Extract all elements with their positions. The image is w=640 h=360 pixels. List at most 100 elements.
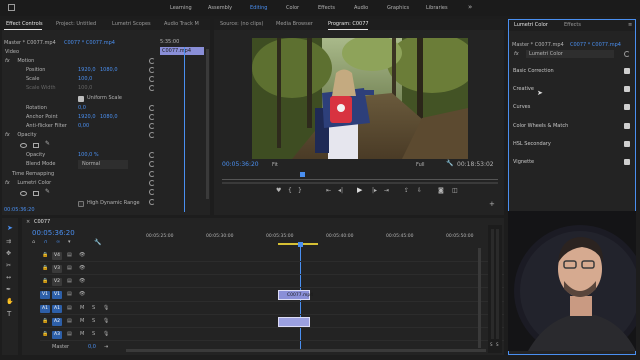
track-eye-icon[interactable]: 👁	[79, 278, 85, 284]
track-label[interactable]: V4	[52, 252, 62, 260]
tab-lumetri-color[interactable]: Lumetri Color	[514, 20, 548, 31]
blend-mode-select[interactable]: Normal	[78, 160, 128, 169]
ec-mini-playhead[interactable]	[184, 47, 185, 212]
extract-icon[interactable]: ⇩	[417, 187, 422, 194]
slip-tool-icon[interactable]: ↔	[6, 274, 11, 281]
track-label[interactable]: V2	[52, 278, 62, 286]
workspace-tab-learning[interactable]: Learning	[170, 5, 192, 11]
tab-audio-track-mixer[interactable]: Audio Track M	[164, 19, 199, 30]
reset-icon[interactable]	[149, 105, 155, 111]
program-scrub-bar[interactable]	[222, 182, 498, 184]
mic-icon[interactable]: 🎙	[103, 331, 109, 337]
track-sync-icon[interactable]: ▤	[67, 265, 72, 271]
timeline-close-icon[interactable]: ×	[26, 219, 30, 225]
clip-a2[interactable]	[278, 317, 310, 327]
add-marker-timeline-icon[interactable]: ▾	[68, 239, 71, 245]
track-sync-icon[interactable]: ▤	[67, 331, 72, 337]
reset-icon[interactable]	[149, 132, 155, 138]
reset-icon[interactable]	[149, 123, 155, 129]
section-hsl-secondary[interactable]: HSL Secondary	[513, 140, 633, 149]
workspace-tab-color[interactable]: Color	[286, 5, 299, 11]
track-sync-icon[interactable]: ▤	[67, 305, 72, 311]
track-a2[interactable]: 🔒 A2 ▤ M S 🎙	[40, 316, 504, 328]
workspace-tab-assembly[interactable]: Assembly	[208, 5, 232, 11]
workspace-tab-audio[interactable]: Audio	[354, 5, 368, 11]
timeline-sequence-tab[interactable]: C0077	[34, 219, 50, 225]
track-label[interactable]: A1	[52, 305, 62, 313]
ec-clip-chip[interactable]: C0077.mp4	[160, 47, 204, 55]
master-value[interactable]: 0,0	[88, 344, 96, 350]
timeline-ruler[interactable]: 00:05:25:00 00:05:30:00 00:05:35:00 00:0…	[126, 232, 504, 246]
rotation-value[interactable]: 0,0	[78, 104, 86, 113]
workspace-tab-effects[interactable]: Effects	[318, 5, 335, 11]
reset-icon[interactable]	[149, 161, 155, 167]
mask-ellipse-icon[interactable]	[20, 143, 27, 148]
lumetri-row[interactable]: fx Lumetri Color	[5, 179, 51, 188]
hand-tool-icon[interactable]: ✋	[6, 298, 13, 305]
step-back-icon[interactable]: ◂|	[338, 187, 343, 194]
ripple-edit-tool-icon[interactable]: ✥	[6, 250, 11, 257]
track-a1[interactable]: A1 A1 ▤ M S 🎙	[40, 303, 504, 315]
track-lock-icon[interactable]: 🔒	[42, 331, 48, 337]
section-curves[interactable]: Curves	[513, 103, 633, 112]
pen-tool-icon[interactable]: ✒	[6, 286, 11, 293]
scale-value[interactable]: 100,0	[78, 75, 92, 84]
tab-effects[interactable]: Effects	[564, 20, 581, 31]
track-label[interactable]: A3	[52, 331, 62, 339]
reset-icon[interactable]	[149, 76, 155, 82]
source-patch-v1[interactable]: V1	[40, 291, 50, 299]
source-patch-a1[interactable]: A1	[40, 305, 50, 313]
mic-icon[interactable]: 🎙	[103, 305, 109, 311]
track-eye-icon[interactable]: 👁	[79, 265, 85, 271]
track-eye-icon[interactable]: 👁	[79, 291, 85, 297]
reset-icon[interactable]	[149, 180, 155, 186]
program-playhead-marker[interactable]	[300, 172, 305, 177]
timeline-vertical-scrollbar[interactable]	[478, 248, 481, 348]
section-creative-checkbox[interactable]	[624, 86, 630, 92]
track-select-tool-icon[interactable]: ⇉	[6, 238, 11, 245]
uniform-scale-checkbox[interactable]	[78, 96, 84, 102]
ec-scrollbar[interactable]	[206, 49, 209, 199]
mark-in-icon[interactable]: {	[288, 187, 292, 194]
master-clip-selector[interactable]: Master * C0077.mp4	[4, 40, 56, 46]
section-vignette[interactable]: Vignette	[513, 158, 633, 167]
track-lock-icon[interactable]: 🔒	[42, 318, 48, 324]
go-to-out-icon[interactable]: ⇥	[384, 187, 389, 194]
solo-icon[interactable]: S	[92, 331, 95, 337]
track-v2[interactable]: 🔒 V2 ▤ 👁	[40, 276, 504, 288]
high-dynamic-range-checkbox[interactable]	[78, 201, 84, 207]
tab-media-browser[interactable]: Media Browser	[276, 19, 313, 30]
mute-icon[interactable]: M	[80, 305, 84, 311]
reset-icon[interactable]	[149, 58, 155, 64]
track-sync-icon[interactable]: ▤	[67, 278, 72, 284]
track-v1[interactable]: V1 V1 ▤ 👁 C0077.mp4	[40, 289, 504, 302]
track-lock-icon[interactable]: 🔒	[42, 278, 48, 284]
section-basic-correction-checkbox[interactable]	[624, 68, 630, 74]
audio-meter-solo-left[interactable]: S	[490, 342, 493, 347]
reset-icon[interactable]	[149, 152, 155, 158]
reset-icon[interactable]	[149, 85, 155, 91]
wrench-icon[interactable]: 🔧	[446, 160, 453, 167]
home-icon[interactable]	[8, 4, 15, 11]
tab-project[interactable]: Project: Untitled	[56, 19, 96, 30]
track-v3[interactable]: 🔒 V3 ▤ 👁	[40, 263, 504, 275]
reset-icon[interactable]	[149, 171, 155, 177]
section-basic-correction[interactable]: Basic Correction	[513, 67, 633, 76]
clip-selector[interactable]: C0077 * C0077.mp4	[64, 40, 115, 46]
step-forward-icon[interactable]: |▸	[372, 187, 377, 194]
lumetri-effect-select[interactable]: Lumetri Color	[526, 50, 614, 58]
antiflicker-value[interactable]: 0,00	[78, 122, 89, 131]
track-v4[interactable]: 🔒 V4 ▤ 👁	[40, 250, 504, 262]
export-frame-icon[interactable]: ◙	[438, 187, 444, 194]
comparison-view-icon[interactable]: ◫	[452, 187, 458, 194]
tab-lumetri-scopes[interactable]: Lumetri Scopes	[112, 19, 151, 30]
nest-icon[interactable]: ⌂	[32, 239, 35, 245]
track-sync-icon[interactable]: ▤	[67, 291, 72, 297]
lumetri-menu-icon[interactable]: ≡	[628, 22, 632, 28]
position-y-value[interactable]: 1080,0	[100, 66, 118, 75]
track-eye-icon[interactable]: 👁	[79, 252, 85, 258]
snap-icon[interactable]: ∩	[44, 239, 48, 245]
mute-icon[interactable]: M	[80, 318, 84, 324]
reset-icon[interactable]	[149, 114, 155, 120]
audio-meter-solo-right[interactable]: S	[496, 342, 499, 347]
